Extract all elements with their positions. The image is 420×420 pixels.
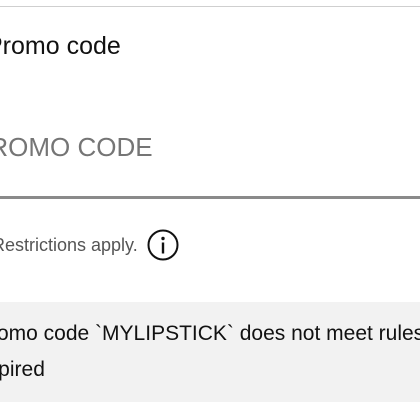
promo-code-input[interactable] [0,128,416,166]
error-text-line-1: Promo code `MYLIPSTICK` does not meet ru… [0,322,420,345]
info-icon[interactable] [147,229,179,261]
restrictions-row: Restrictions apply. [0,226,179,264]
promo-error-message: Promo code `MYLIPSTICK` does not meet ru… [0,302,420,402]
promo-input-underline [0,196,420,199]
promo-code-screen: Promo code Restrictions apply. Promo cod… [0,0,420,420]
error-text: Promo code `MYLIPSTICK` does not meet ru… [0,316,420,388]
error-text-line-2: expired [0,358,45,381]
promo-code-label: Promo code [0,32,121,60]
restrictions-text: Restrictions apply. [0,235,138,255]
top-divider [0,6,420,7]
